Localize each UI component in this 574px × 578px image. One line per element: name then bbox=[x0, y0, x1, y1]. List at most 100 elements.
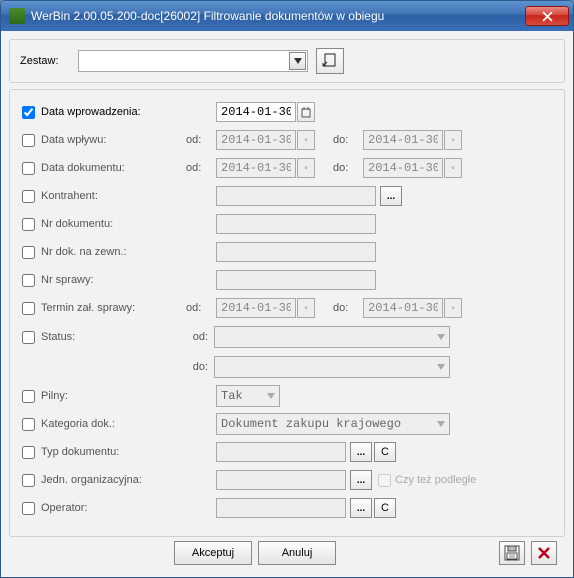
date-termin-od[interactable] bbox=[216, 298, 296, 318]
lbl-pilny: Pilny: bbox=[41, 390, 186, 402]
date-wplywu-od[interactable] bbox=[216, 130, 296, 150]
zestaw-group: Zestaw: bbox=[9, 39, 565, 83]
input-nr-dok-na-zewn[interactable] bbox=[216, 242, 376, 262]
row-typ-dokumentu: Typ dokumentu: ... C bbox=[22, 440, 552, 464]
app-icon bbox=[9, 8, 25, 24]
chevron-down-icon bbox=[433, 327, 449, 347]
accept-button[interactable]: Akceptuj bbox=[174, 541, 252, 565]
combo-status-do[interactable] bbox=[214, 356, 450, 378]
chk-kontrahent[interactable] bbox=[22, 190, 35, 203]
lbl-nr-dokumentu: Nr dokumentu: bbox=[41, 218, 186, 230]
lbl-jedn-organizacyjna: Jedn. organizacyjna: bbox=[41, 474, 186, 486]
lbl-kontrahent: Kontrahent: bbox=[41, 190, 186, 202]
row-pilny: Pilny: Tak bbox=[22, 384, 552, 408]
chk-jedn-organizacyjna[interactable] bbox=[22, 474, 35, 487]
x-icon bbox=[537, 546, 551, 560]
zestaw-select[interactable] bbox=[78, 50, 308, 72]
chk-nr-sprawy[interactable] bbox=[22, 274, 35, 287]
document-arrow-icon bbox=[321, 52, 339, 70]
chevron-down-icon bbox=[433, 357, 449, 377]
lbl-data-wplywu: Data wpływu: bbox=[41, 134, 186, 146]
window-title: WerBin 2.00.05.200-doc[26002] Filtrowani… bbox=[31, 9, 525, 23]
row-operator: Operator: ... C bbox=[22, 496, 552, 520]
cancel-button[interactable]: Anuluj bbox=[258, 541, 336, 565]
chk-data-wprowadzenia[interactable] bbox=[22, 106, 35, 119]
lbl-data-wprowadzenia: Data wprowadzenia: bbox=[41, 106, 186, 118]
browse-jedn-organizacyjna[interactable]: ... bbox=[350, 470, 372, 490]
cal-btn-dokumentu-do[interactable]: ▪ bbox=[444, 158, 462, 178]
row-data-dokumentu: Data dokumentu: od: ▪ do: ▪ bbox=[22, 156, 552, 180]
input-kontrahent[interactable] bbox=[216, 186, 376, 206]
chk-typ-dokumentu[interactable] bbox=[22, 446, 35, 459]
input-nr-dokumentu[interactable] bbox=[216, 214, 376, 234]
date-termin-do[interactable] bbox=[363, 298, 443, 318]
input-nr-sprawy[interactable] bbox=[216, 270, 376, 290]
cal-btn-termin-do[interactable]: ▪ bbox=[444, 298, 462, 318]
input-typ-dokumentu[interactable] bbox=[216, 442, 346, 462]
lbl-data-dokumentu: Data dokumentu: bbox=[41, 162, 186, 174]
filter-fields: Data wprowadzenia: Data wpływu: od: ▪ do… bbox=[9, 89, 565, 537]
chk-pilny[interactable] bbox=[22, 390, 35, 403]
row-nr-dokumentu: Nr dokumentu: bbox=[22, 212, 552, 236]
row-status-do: do: bbox=[22, 354, 552, 380]
row-termin-zal-sprawy: Termin zał. sprawy: od: ▪ do: ▪ bbox=[22, 296, 552, 320]
chevron-down-icon bbox=[263, 386, 279, 406]
chevron-down-icon bbox=[294, 58, 302, 64]
row-nr-sprawy: Nr sprawy: bbox=[22, 268, 552, 292]
lbl-nr-sprawy: Nr sprawy: bbox=[41, 274, 186, 286]
combo-status-od[interactable] bbox=[214, 326, 450, 348]
zestaw-action-button[interactable] bbox=[316, 48, 344, 74]
cal-btn-dokumentu-od[interactable]: ▪ bbox=[297, 158, 315, 178]
clear-operator[interactable]: C bbox=[374, 498, 396, 518]
close-icon bbox=[542, 11, 553, 22]
row-kategoria-dok: Kategoria dok.: Dokument zakupu krajoweg… bbox=[22, 412, 552, 436]
input-operator[interactable] bbox=[216, 498, 346, 518]
chk-data-wplywu[interactable] bbox=[22, 134, 35, 147]
save-button[interactable] bbox=[499, 541, 525, 565]
row-jedn-organizacyjna: Jedn. organizacyjna: ... Czy też podległ… bbox=[22, 468, 552, 492]
cal-btn-wplywu-od[interactable]: ▪ bbox=[297, 130, 315, 150]
window-close-button[interactable] bbox=[525, 6, 569, 26]
dialog-window: WerBin 2.00.05.200-doc[26002] Filtrowani… bbox=[0, 0, 574, 578]
browse-kontrahent[interactable]: ... bbox=[380, 186, 402, 206]
do-label: do: bbox=[333, 134, 363, 146]
chk-termin-zal-sprawy[interactable] bbox=[22, 302, 35, 315]
row-data-wprowadzenia: Data wprowadzenia: bbox=[22, 100, 552, 124]
date-dokumentu-od[interactable] bbox=[216, 158, 296, 178]
lbl-operator: Operator: bbox=[41, 502, 186, 514]
cal-btn-wplywu-do[interactable]: ▪ bbox=[444, 130, 462, 150]
close-button[interactable] bbox=[531, 541, 557, 565]
chk-data-dokumentu[interactable] bbox=[22, 162, 35, 175]
lbl-typ-dokumentu: Typ dokumentu: bbox=[41, 446, 186, 458]
lbl-status: Status: bbox=[41, 331, 186, 343]
zestaw-label: Zestaw: bbox=[20, 55, 70, 67]
footer: Akceptuj Anuluj bbox=[9, 537, 565, 569]
cal-btn-wprowadzenia[interactable] bbox=[297, 102, 315, 122]
combo-pilny[interactable]: Tak bbox=[216, 385, 280, 407]
combo-kategoria-dok[interactable]: Dokument zakupu krajowego bbox=[216, 413, 450, 435]
floppy-disk-icon bbox=[504, 545, 520, 561]
client-area: Zestaw: Data wprowadzenia: bbox=[1, 31, 573, 577]
chk-status[interactable] bbox=[22, 331, 35, 344]
browse-operator[interactable]: ... bbox=[350, 498, 372, 518]
calendar-icon bbox=[301, 106, 311, 118]
date-wplywu-do[interactable] bbox=[363, 130, 443, 150]
chk-kategoria-dok[interactable] bbox=[22, 418, 35, 431]
date-wprowadzenia[interactable] bbox=[216, 102, 296, 122]
chk-podlegle[interactable] bbox=[378, 474, 391, 487]
row-status-od: Status: od: bbox=[22, 324, 552, 350]
chk-operator[interactable] bbox=[22, 502, 35, 515]
input-jedn-organizacyjna[interactable] bbox=[216, 470, 346, 490]
chk-nr-dok-na-zewn[interactable] bbox=[22, 246, 35, 259]
cal-btn-termin-od[interactable]: ▪ bbox=[297, 298, 315, 318]
date-dokumentu-do[interactable] bbox=[363, 158, 443, 178]
lbl-kategoria-dok: Kategoria dok.: bbox=[41, 418, 186, 430]
lbl-nr-dok-na-zewn: Nr dok. na zewn.: bbox=[41, 246, 186, 258]
chk-nr-dokumentu[interactable] bbox=[22, 218, 35, 231]
zestaw-dropdown-button[interactable] bbox=[289, 52, 306, 70]
titlebar: WerBin 2.00.05.200-doc[26002] Filtrowani… bbox=[1, 1, 573, 31]
clear-typ-dokumentu[interactable]: C bbox=[374, 442, 396, 462]
row-data-wplywu: Data wpływu: od: ▪ do: ▪ bbox=[22, 128, 552, 152]
chevron-down-icon bbox=[433, 414, 449, 434]
browse-typ-dokumentu[interactable]: ... bbox=[350, 442, 372, 462]
